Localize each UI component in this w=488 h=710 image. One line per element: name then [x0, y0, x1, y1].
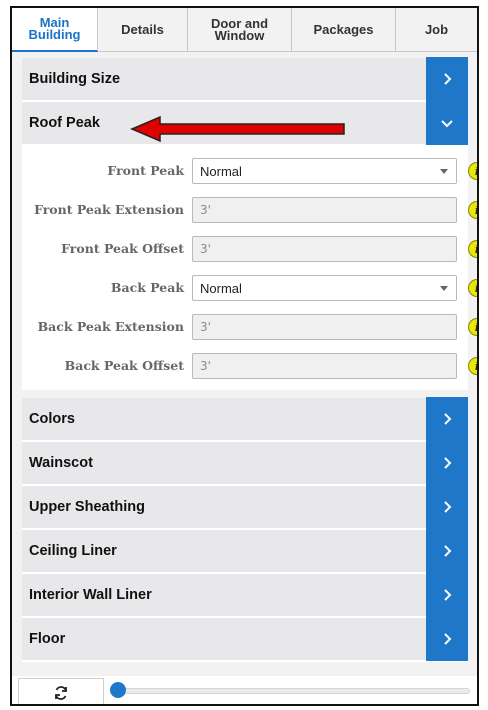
chevron-right-icon[interactable]	[426, 617, 468, 661]
section-ceiling-liner[interactable]: Ceiling Liner	[22, 529, 468, 574]
section-wainscot[interactable]: Wainscot	[22, 441, 468, 486]
tab-packages[interactable]: Packages	[292, 8, 396, 52]
back-peak-offset-input[interactable]: 3'	[192, 353, 457, 379]
chevron-right-icon[interactable]	[426, 57, 468, 101]
section-title: Wainscot	[29, 455, 93, 471]
bottom-bar	[12, 676, 477, 704]
tab-job[interactable]: Job	[396, 8, 477, 52]
section-colors[interactable]: Colors	[22, 397, 468, 442]
back-peak-extension-row: Back Peak Extension 3' i	[22, 312, 477, 342]
back-peak-row: Back Peak Normal i	[22, 273, 477, 303]
section-title: Upper Sheathing	[29, 499, 146, 515]
building-configurator-panel: Main Building Details Door and Window Pa…	[10, 6, 479, 706]
chevron-right-icon[interactable]	[426, 485, 468, 529]
caret-down-icon	[440, 286, 448, 291]
front-peak-extension-label: Front Peak Extension	[34, 202, 184, 217]
chevron-right-icon[interactable]	[426, 397, 468, 441]
section-title: Building Size	[29, 71, 121, 87]
chevron-right-icon[interactable]	[426, 441, 468, 485]
info-icon[interactable]: i	[468, 357, 477, 375]
roof-peak-panel: Front Peak Normal i Front Peak Extension…	[22, 146, 477, 392]
front-peak-extension-row: Front Peak Extension 3' i	[22, 195, 477, 225]
front-peak-select[interactable]: Normal	[192, 158, 457, 184]
red-arrow-annotation	[130, 115, 345, 143]
front-peak-offset-input[interactable]: 3'	[192, 236, 457, 262]
info-icon[interactable]: i	[468, 279, 477, 297]
tab-door-and-window[interactable]: Door and Window	[188, 8, 292, 52]
slider-track[interactable]	[116, 688, 470, 694]
slider-thumb[interactable]	[110, 682, 126, 698]
chevron-down-icon[interactable]	[426, 101, 468, 145]
front-peak-extension-input[interactable]: 3'	[192, 197, 457, 223]
front-peak-value: Normal	[200, 163, 242, 179]
refresh-icon	[55, 685, 67, 700]
info-icon[interactable]: i	[468, 240, 477, 258]
front-peak-row: Front Peak Normal i	[22, 156, 477, 186]
tab-bar: Main Building Details Door and Window Pa…	[12, 8, 477, 52]
section-upper-sheathing[interactable]: Upper Sheathing	[22, 485, 468, 530]
info-icon[interactable]: i	[468, 318, 477, 336]
section-floor[interactable]: Floor	[22, 617, 468, 662]
section-title: Colors	[29, 411, 75, 427]
back-peak-extension-input[interactable]: 3'	[192, 314, 457, 340]
front-peak-offset-label: Front Peak Offset	[61, 241, 184, 256]
back-peak-offset-label: Back Peak Offset	[64, 358, 184, 373]
section-title: Ceiling Liner	[29, 543, 117, 559]
section-title: Interior Wall Liner	[29, 587, 152, 603]
section-interior-wall-liner[interactable]: Interior Wall Liner	[22, 573, 468, 618]
info-icon[interactable]: i	[468, 162, 477, 180]
section-title: Floor	[29, 631, 66, 647]
back-peak-label: Back Peak	[110, 280, 184, 295]
front-peak-label: Front Peak	[107, 163, 184, 178]
back-peak-select[interactable]: Normal	[192, 275, 457, 301]
refresh-button[interactable]	[18, 678, 104, 704]
back-peak-value: Normal	[200, 280, 242, 296]
tab-main-building[interactable]: Main Building	[12, 8, 98, 52]
front-peak-offset-row: Front Peak Offset 3' i	[22, 234, 477, 264]
back-peak-extension-label: Back Peak Extension	[37, 319, 184, 334]
section-title: Roof Peak	[29, 115, 100, 131]
chevron-right-icon[interactable]	[426, 529, 468, 573]
caret-down-icon	[440, 169, 448, 174]
tab-details[interactable]: Details	[98, 8, 188, 52]
accordion: Building Size Roof Peak Front Peak Norma…	[22, 57, 477, 662]
back-peak-offset-row: Back Peak Offset 3' i	[22, 351, 477, 381]
chevron-right-icon[interactable]	[426, 573, 468, 617]
info-icon[interactable]: i	[468, 201, 477, 219]
section-building-size[interactable]: Building Size	[22, 57, 468, 102]
